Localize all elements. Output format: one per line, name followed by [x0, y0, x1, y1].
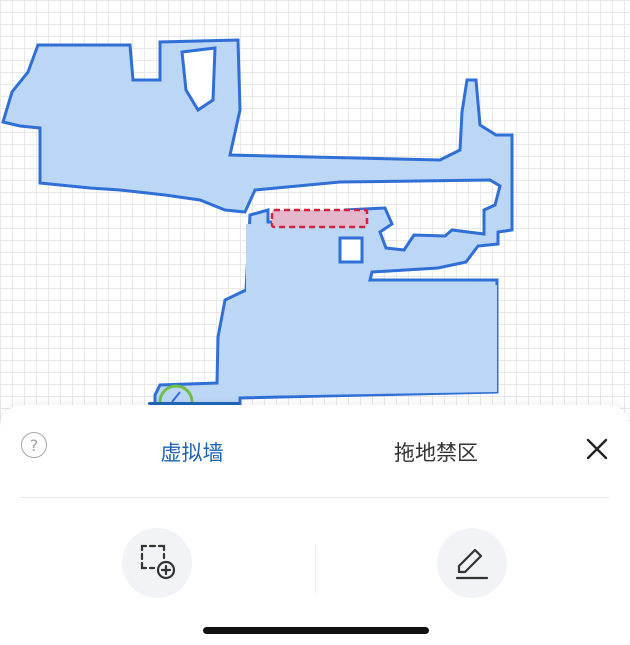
- map-canvas[interactable]: [0, 0, 630, 430]
- map-notch-2: [338, 236, 364, 264]
- edit-button[interactable]: [437, 528, 507, 598]
- tab-indicator: [148, 402, 240, 405]
- add-area-icon: [140, 544, 176, 580]
- tab-no-mop-zone[interactable]: 拖地禁区: [376, 439, 496, 467]
- pencil-icon: [455, 548, 489, 580]
- add-area-button[interactable]: [122, 528, 192, 598]
- help-icon[interactable]: ?: [21, 432, 47, 458]
- divider: [20, 497, 610, 498]
- tool-separator: [315, 545, 316, 593]
- virtual-zone: [270, 208, 369, 229]
- home-indicator[interactable]: [203, 627, 429, 634]
- screen: ? 虚拟墙 拖地禁区: [0, 0, 630, 645]
- bottom-panel: ? 虚拟墙 拖地禁区: [0, 402, 630, 645]
- close-icon[interactable]: [583, 435, 611, 463]
- tab-virtual-wall[interactable]: 虚拟墙: [132, 439, 252, 467]
- floor-map: [1, 38, 514, 407]
